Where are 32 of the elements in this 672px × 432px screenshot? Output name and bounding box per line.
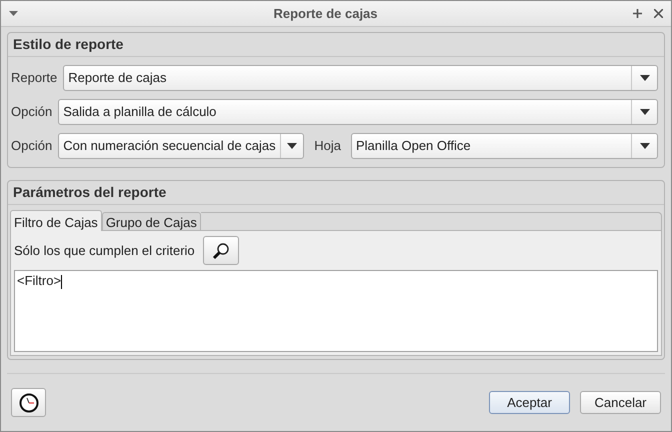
- dropdown[interactable]: Con numeración secuencial de cajas: [58, 133, 304, 159]
- field-label: Hoja: [313, 137, 342, 156]
- dropdown[interactable]: Planilla Open Office: [350, 133, 658, 159]
- field-label: Opción: [11, 137, 52, 156]
- dropdown-value: Reporte de cajas: [67, 69, 168, 88]
- search-icon: [212, 242, 230, 260]
- close-icon[interactable]: [654, 9, 663, 18]
- dropdown-value: Con numeración secuencial de cajas: [62, 137, 277, 156]
- field-label: Reporte: [11, 69, 58, 88]
- tab[interactable]: Filtro de Cajas: [10, 210, 102, 231]
- cancel-button[interactable]: Cancelar: [580, 391, 661, 414]
- clock-icon: [18, 392, 38, 412]
- dropdown-arrow-icon: [640, 75, 650, 81]
- dropdown-value: Planilla Open Office: [354, 137, 472, 156]
- criteria-label: Sólo los que cumplen el criterio: [14, 242, 195, 260]
- section-title: Estilo de reporte: [8, 33, 664, 57]
- dropdown-arrow-icon: [286, 143, 297, 149]
- field-label: Opción: [11, 103, 52, 122]
- dropdown[interactable]: Salida a planilla de cálculo: [58, 99, 658, 125]
- dropdown-value: Salida a planilla de cálculo: [62, 103, 218, 122]
- menu-icon[interactable]: [9, 11, 18, 16]
- section-title: Parámetros del reporte: [8, 181, 664, 205]
- maximize-icon[interactable]: [633, 9, 642, 18]
- search-button[interactable]: [202, 236, 239, 265]
- filter-text-area[interactable]: <Filtro>: [14, 270, 658, 352]
- dropdown-arrow-icon: [640, 109, 650, 115]
- accept-button[interactable]: Aceptar: [489, 391, 570, 414]
- window-title: Reporte de cajas: [272, 4, 379, 23]
- tab[interactable]: Grupo de Cajas: [102, 212, 201, 231]
- clock-button[interactable]: [11, 388, 46, 417]
- dropdown-arrow-icon: [640, 143, 650, 149]
- dropdown[interactable]: Reporte de cajas: [63, 65, 658, 91]
